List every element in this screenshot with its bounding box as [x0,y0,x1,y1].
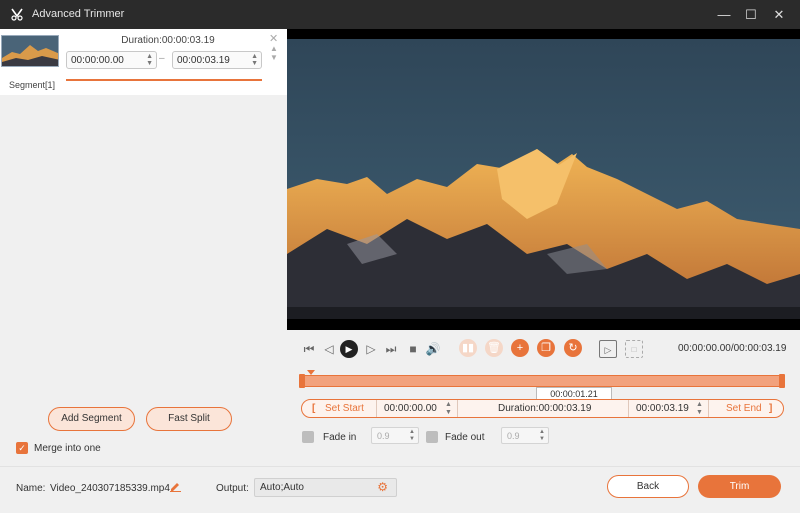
play-selection-icon[interactable]: ▷ [599,340,617,358]
move-down-icon[interactable]: ▼ [270,53,278,62]
range-end-input[interactable]: 00:00:03.19 [636,400,689,417]
edit-name-icon[interactable] [170,481,181,492]
reset-icon[interactable]: ↻ [564,339,582,357]
add-icon[interactable]: + [511,339,529,357]
set-end-bracket: ] [769,403,773,414]
merge-label: Merge into one [34,443,101,454]
next-frame-icon[interactable]: ▷ [362,340,380,358]
set-start-bracket: [ [312,403,316,414]
divider [628,400,629,417]
segment-label: Segment[1] [9,80,56,90]
title-bar: Advanced Trimmer — ☐ ✕ [0,0,800,29]
fade-out-input[interactable]: 0.9 ▲ ▼ [501,427,549,444]
go-to-end-icon[interactable]: ⏭ [382,340,400,358]
delete-icon[interactable]: 🗑 [485,339,503,357]
output-label: Output: [216,483,249,494]
spinner-icon[interactable]: ▲ ▼ [409,429,415,443]
fade-in-input[interactable]: 0.9 ▲ ▼ [371,427,419,444]
merge-checkbox[interactable]: ✓ [16,442,28,454]
segment-end-value: 00:00:03.19 [177,55,230,66]
trim-range-bar: [ Set Start 00:00:00.00 ▲ ▼ Duration:00:0… [301,399,784,418]
split-icon[interactable]: ▮▮ [459,339,477,357]
gear-icon[interactable]: ⚙ [377,480,388,494]
minimize-button[interactable]: — [710,0,738,29]
play-icon[interactable]: ▶ [340,340,358,358]
divider [376,400,377,417]
segment-progress-bar [66,79,262,81]
copy-icon[interactable]: ❐ [537,339,555,357]
output-value: Auto;Auto [260,482,304,493]
move-up-icon[interactable]: ▲ [270,44,278,53]
video-preview[interactable] [287,29,800,330]
segment-panel: Duration:00:00:03.19 00:00:00.00 ▲ ▼ – 00… [0,29,287,466]
start-handle[interactable] [299,374,305,388]
segment-end-input[interactable]: 00:00:03.19 ▲ ▼ [172,51,262,69]
fast-split-button[interactable]: Fast Split [146,407,232,431]
segment-thumbnail [1,35,59,67]
end-spinner-icon[interactable]: ▲ ▼ [696,400,703,417]
go-to-start-icon[interactable]: ⏮ [300,340,318,358]
spinner-icon[interactable]: ▲ ▼ [251,53,258,67]
fade-in-label: Fade in [323,432,357,443]
fade-out-value: 0.9 [507,431,520,441]
fade-in-value: 0.9 [377,431,390,441]
trim-button[interactable]: Trim [698,475,781,498]
set-start-button[interactable]: Set Start [325,400,364,417]
maximize-button[interactable]: ☐ [737,0,765,29]
playhead-marker[interactable] [307,370,315,375]
fade-out-checkbox[interactable] [426,431,438,443]
name-label: Name: [16,483,46,494]
range-duration: Duration:00:00:03.19 [498,403,592,414]
bottom-bar: Name: Video_240307185339.mp4 Output: Aut… [0,466,800,513]
file-name: Video_240307185339.mp4 [50,483,170,494]
app-logo-icon [11,8,23,21]
spinner-icon[interactable]: ▲ ▼ [146,53,153,67]
output-settings-field[interactable]: Auto;Auto ⚙ [254,478,397,497]
stop-icon[interactable]: ■ [404,340,422,358]
segment-start-value: 00:00:00.00 [71,55,124,66]
preview-frame-image [287,29,800,330]
volume-icon[interactable]: 🔊 [424,340,442,358]
divider [457,400,458,417]
timecode-display: 00:00:00.00/00:00:03.19 [678,343,787,354]
player-controls: ⏮ ◁ ▶ ▷ ⏭ ■ 🔊 ▮▮ 🗑 + ❐ ↻ ▷ □ 00:00:00.00… [287,330,800,466]
trim-timeline[interactable] [299,370,785,388]
fullscreen-icon[interactable]: □ [625,340,643,358]
segment-item[interactable]: Duration:00:00:03.19 00:00:00.00 ▲ ▼ – 00… [0,29,287,95]
start-spinner-icon[interactable]: ▲ ▼ [445,400,452,417]
set-end-button[interactable]: Set End [726,400,762,417]
segment-duration: Duration:00:00:03.19 [121,35,215,46]
range-start-input[interactable]: 00:00:00.00 [384,400,437,417]
segment-start-input[interactable]: 00:00:00.00 ▲ ▼ [66,51,157,69]
fade-in-checkbox[interactable] [302,431,314,443]
window-title: Advanced Trimmer [32,8,125,20]
close-button[interactable]: ✕ [765,0,793,29]
previous-frame-icon[interactable]: ◁ [320,340,338,358]
divider [708,400,709,417]
end-handle[interactable] [779,374,785,388]
add-segment-button[interactable]: Add Segment [48,407,135,431]
fade-out-label: Fade out [445,432,485,443]
spinner-icon[interactable]: ▲ ▼ [539,429,545,443]
range-dash: – [159,53,165,64]
back-button[interactable]: Back [607,475,689,498]
